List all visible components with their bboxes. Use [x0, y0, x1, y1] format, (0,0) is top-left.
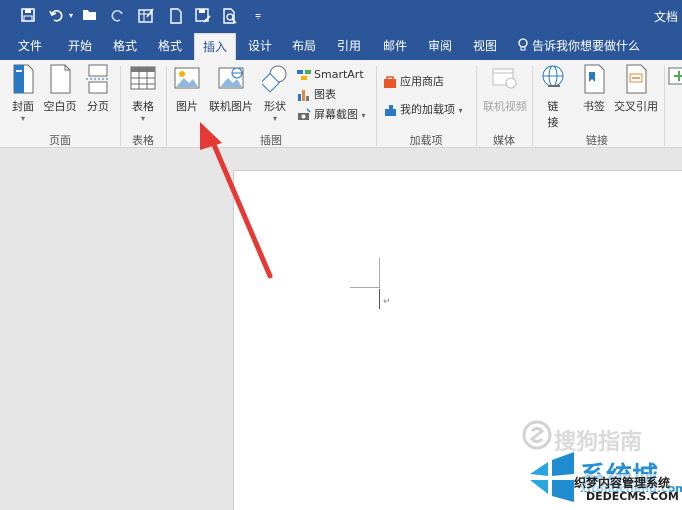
sogou-logo-icon — [522, 420, 552, 450]
site-cn-watermark: 织梦内容管理系统 — [574, 474, 671, 491]
windows-logo-icon — [530, 452, 574, 502]
site-url-watermark: DEDECMS.COM — [586, 490, 679, 503]
